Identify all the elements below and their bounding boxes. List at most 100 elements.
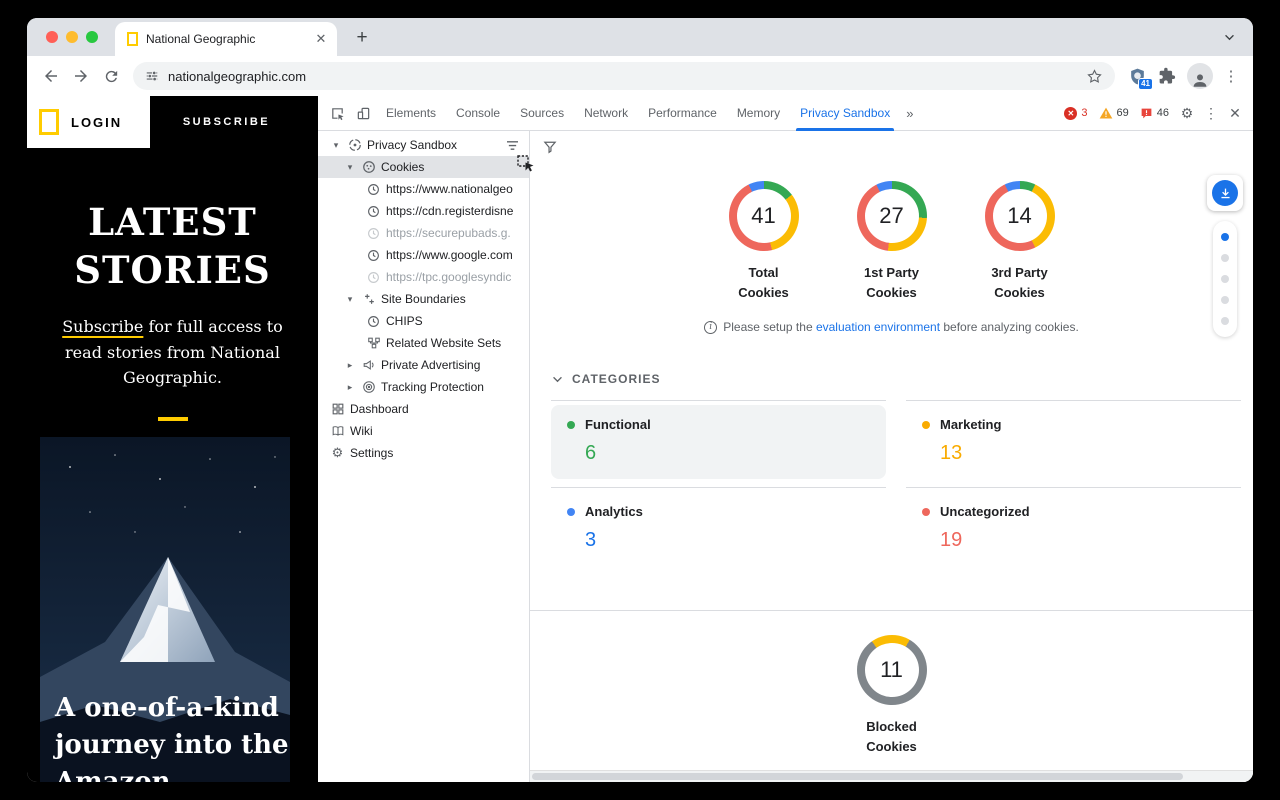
inspect-element-icon[interactable] [324, 100, 350, 126]
total-cookies-donut[interactable]: 41 [729, 181, 799, 251]
third-party-cookies-value: 14 [1007, 203, 1031, 229]
categories-grid: Functional 6 Marketing 1 [551, 400, 1241, 574]
back-button[interactable] [37, 62, 65, 90]
download-report-button[interactable] [1207, 175, 1243, 211]
tree-item-site-boundaries[interactable]: ▾ Site Boundaries [318, 288, 529, 310]
site-settings-icon[interactable] [145, 69, 159, 83]
chevron-right-icon[interactable]: ▸ [344, 382, 356, 393]
tab-console[interactable]: Console [446, 96, 510, 131]
devtools-settings-icon[interactable]: ⚙ [1175, 105, 1199, 122]
tree-item-settings[interactable]: ⚙ Settings [318, 442, 529, 464]
category-card-uncategorized[interactable]: Uncategorized 19 [906, 487, 1241, 574]
url-text[interactable]: nationalgeographic.com [168, 69, 306, 84]
browser-toolbar: nationalgeographic.com 41 ⋮ [27, 56, 1253, 96]
tree-item-related-website-sets[interactable]: Related Website Sets [318, 332, 529, 354]
filter-list-icon[interactable] [506, 140, 525, 151]
page-headline: LATEST STORIES [27, 198, 318, 294]
tab-search-chevron-icon[interactable] [1217, 25, 1241, 49]
bookmark-star-icon[interactable] [1086, 68, 1103, 85]
login-link[interactable]: LOGIN [71, 115, 122, 130]
natgeo-favicon-icon [127, 32, 138, 46]
filter-funnel-icon[interactable] [542, 139, 558, 159]
nav-dot[interactable] [1221, 296, 1229, 304]
cookies-report-panel: 41 TotalCookies 27 [530, 131, 1253, 782]
tab-elements[interactable]: Elements [376, 96, 446, 131]
devtools-menu-icon[interactable]: ⋮ [1199, 105, 1223, 122]
warnings-badge[interactable]: 69 [1099, 107, 1129, 119]
errors-badge[interactable]: ✕ 3 [1064, 107, 1087, 120]
blocked-cookies-label: BlockedCookies [866, 717, 917, 757]
profile-avatar[interactable] [1187, 63, 1213, 89]
blocked-cookies-value: 11 [880, 657, 903, 683]
tree-item-privacy-sandbox[interactable]: ▾ Privacy Sandbox [318, 134, 529, 156]
extensions-puzzle-icon[interactable] [1153, 62, 1181, 90]
floating-controls [1207, 175, 1243, 337]
nav-dot[interactable] [1221, 275, 1229, 283]
categories-section-header[interactable]: CATEGORIES [552, 372, 1253, 386]
tab-sources[interactable]: Sources [510, 96, 574, 131]
horizontal-scrollbar[interactable] [530, 770, 1253, 782]
subscribe-inline-link[interactable]: Subscribe [62, 317, 143, 336]
blocked-cookies-donut[interactable]: 11 [857, 635, 927, 705]
tree-item-cookie-origin[interactable]: https://securepubads.g. [318, 222, 529, 244]
subscribe-button[interactable]: SUBSCRIBE [150, 96, 303, 148]
category-card-functional[interactable]: Functional 6 [551, 400, 886, 487]
total-cookies-label: TotalCookies [738, 263, 789, 303]
devtools-status-badges: ✕ 3 69 46 [1058, 107, 1175, 120]
category-card-marketing[interactable]: Marketing 13 [906, 400, 1241, 487]
tab-network[interactable]: Network [574, 96, 638, 131]
tree-item-cookie-origin[interactable]: https://cdn.registerdisne [318, 200, 529, 222]
tree-item-cookie-origin[interactable]: https://www.nationalgeo [318, 178, 529, 200]
tab-performance[interactable]: Performance [638, 96, 727, 131]
minimize-window-button[interactable] [66, 31, 78, 43]
new-tab-button[interactable]: + [349, 25, 375, 51]
tree-item-cookie-origin[interactable]: https://tpc.googlesyndic [318, 266, 529, 288]
subscribe-cta-text: Subscribe for full access to read storie… [27, 314, 318, 391]
privacy-extension-button[interactable]: 41 [1123, 62, 1151, 90]
megaphone-icon [361, 358, 376, 373]
chevron-down-icon[interactable]: ▾ [344, 162, 356, 173]
address-bar[interactable]: nationalgeographic.com [133, 62, 1115, 90]
chevron-down-icon[interactable]: ▾ [330, 140, 342, 151]
tab-memory[interactable]: Memory [727, 96, 790, 131]
uncategorized-count: 19 [940, 529, 1225, 552]
zoom-window-button[interactable] [86, 31, 98, 43]
chevron-down-icon [552, 376, 563, 383]
tree-item-dashboard[interactable]: Dashboard [318, 398, 529, 420]
tree-item-chips[interactable]: CHIPS [318, 310, 529, 332]
browser-tab[interactable]: National Geographic ✕ [115, 22, 337, 56]
nav-dot[interactable] [1221, 317, 1229, 325]
third-party-cookies-donut[interactable]: 14 [985, 181, 1055, 251]
tree-item-wiki[interactable]: Wiki [318, 420, 529, 442]
cookie-donut-charts: 41 TotalCookies 27 [530, 181, 1253, 303]
chevron-down-icon[interactable]: ▾ [344, 294, 356, 305]
tree-item-tracking-protection[interactable]: ▸ Tracking Protection [318, 376, 529, 398]
evaluation-environment-link[interactable]: evaluation environment [816, 320, 940, 334]
more-tabs-icon[interactable]: » [900, 106, 919, 121]
first-party-cookies-donut[interactable]: 27 [857, 181, 927, 251]
nav-dot[interactable] [1221, 233, 1229, 241]
dashboard-grid-icon [330, 402, 345, 417]
tree-item-cookies[interactable]: ▾ Cookies [318, 156, 529, 178]
close-window-button[interactable] [46, 31, 58, 43]
chevron-right-icon[interactable]: ▸ [344, 360, 356, 371]
uncategorized-dot-icon [922, 508, 930, 516]
issues-badge[interactable]: 46 [1140, 107, 1169, 120]
browser-menu-icon[interactable]: ⋮ [1219, 67, 1243, 85]
tree-item-cookie-origin[interactable]: https://www.google.com [318, 244, 529, 266]
forward-button[interactable] [67, 62, 95, 90]
devtools-close-icon[interactable]: ✕ [1223, 105, 1247, 122]
scrollbar-thumb[interactable] [532, 773, 1183, 780]
nav-dot[interactable] [1221, 254, 1229, 262]
privacy-sandbox-tree: ▾ Privacy Sandbox ▾ Cookies https://www.… [318, 131, 530, 782]
extension-badge: 41 [1138, 78, 1153, 90]
total-cookies-value: 41 [751, 203, 775, 229]
tab-privacy-sandbox[interactable]: Privacy Sandbox [790, 96, 900, 131]
natgeo-logo-icon[interactable] [39, 109, 59, 135]
tab-close-icon[interactable]: ✕ [313, 31, 329, 47]
reload-button[interactable] [97, 62, 125, 90]
category-card-analytics[interactable]: Analytics 3 [551, 487, 886, 574]
tree-item-private-advertising[interactable]: ▸ Private Advertising [318, 354, 529, 376]
story-headline[interactable]: A one-of-a-kind journey into the Amazon [55, 690, 295, 782]
device-toolbar-icon[interactable] [350, 100, 376, 126]
